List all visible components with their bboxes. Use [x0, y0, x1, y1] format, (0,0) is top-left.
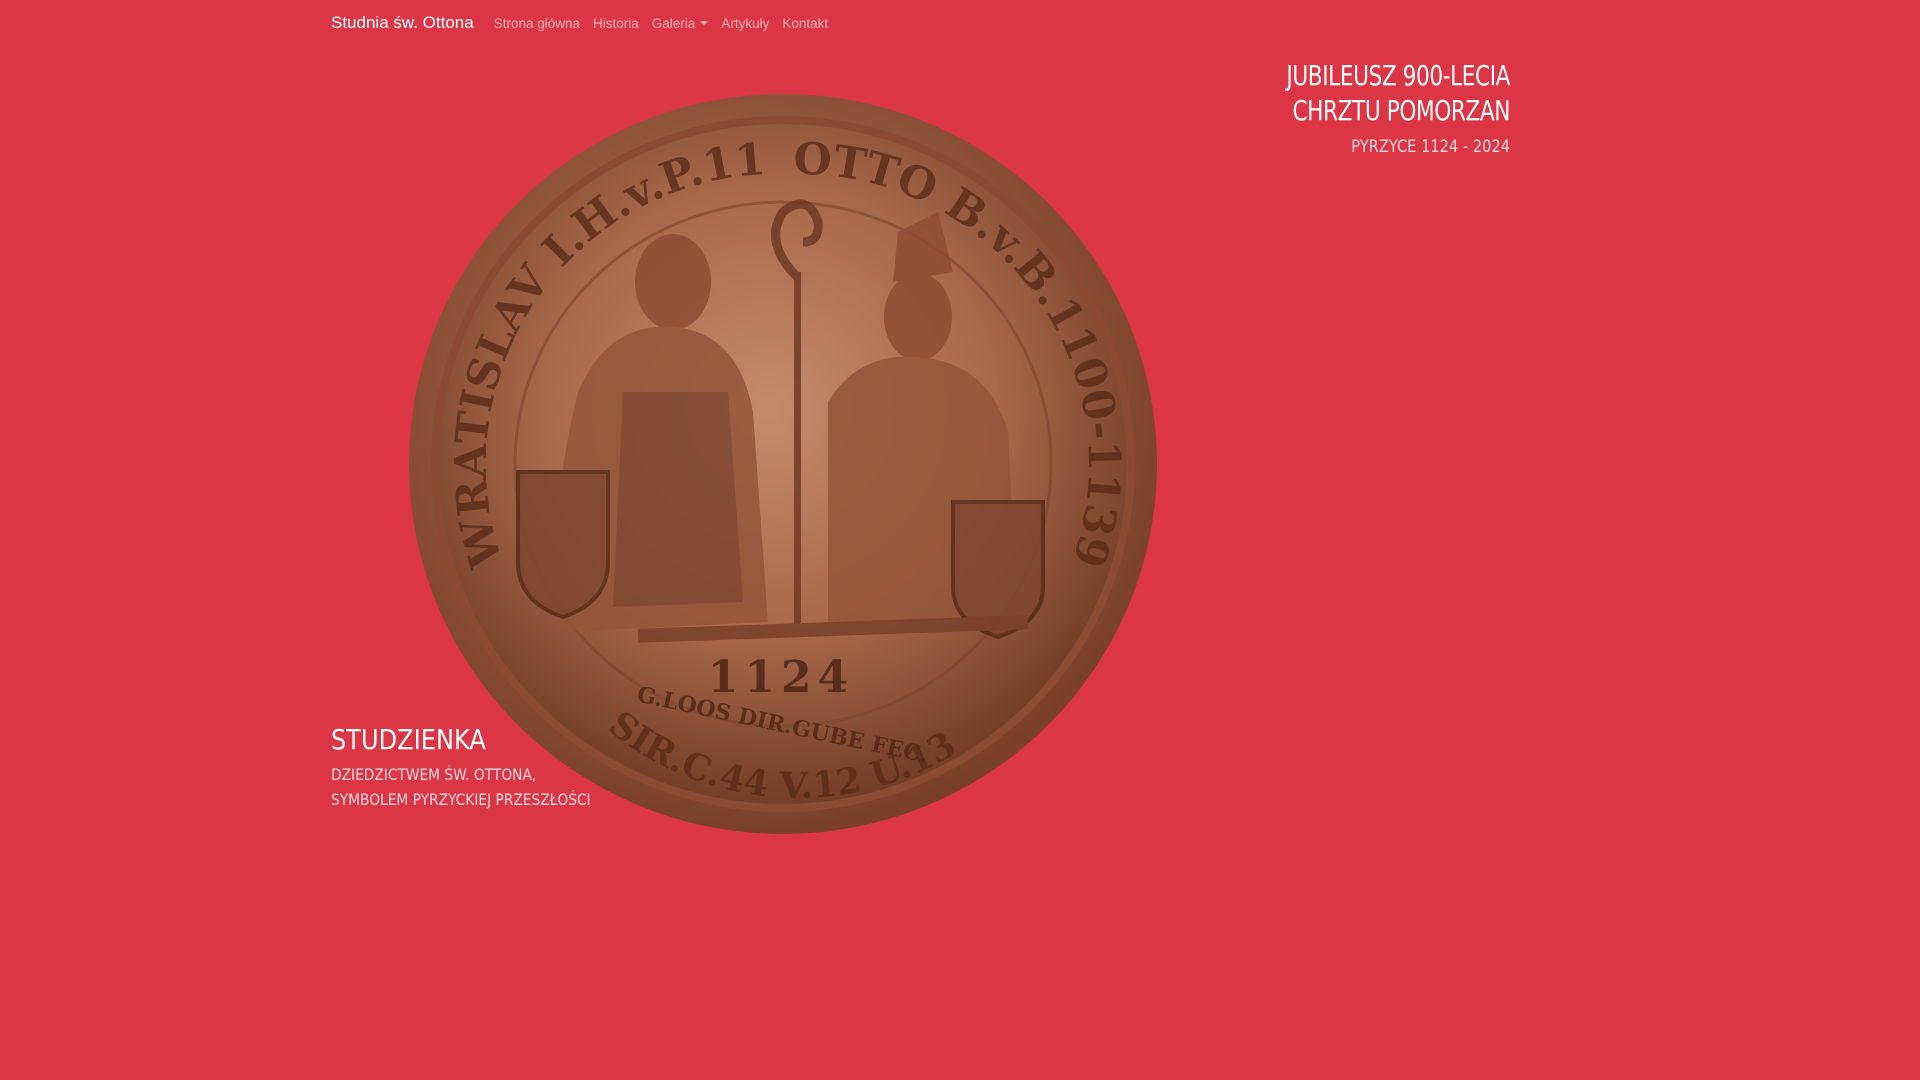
hero-title-line2: CHRZTU POMORZAN	[1292, 94, 1510, 127]
feature-title: STUDZIENKA	[331, 723, 486, 756]
caret-down-icon	[700, 21, 709, 25]
nav-gallery-label: Galeria	[651, 15, 696, 31]
nav-contact-link[interactable]: Kontakt	[782, 16, 828, 31]
hero-title-block: JUBILEUSZ 900-LECIA CHRZTU POMORZAN PYRZ…	[1250, 58, 1510, 158]
nav-gallery-dropdown[interactable]: Galeria	[652, 16, 709, 31]
feature-block: STUDZIENKA DZIEDZICTWEM ŚW. OTTONA, SYMB…	[331, 722, 633, 812]
hero-title-line1: JUBILEUSZ 900-LECIA	[1286, 59, 1510, 92]
nav-articles-link[interactable]: Artykuły	[721, 16, 769, 31]
brand-link[interactable]: Studnia św. Ottona	[331, 13, 474, 33]
nav-home-link[interactable]: Strona główna	[494, 16, 580, 31]
feature-desc-line2: SYMBOLEM PYRZYCKIEJ PRZESZŁOŚCI	[331, 790, 591, 809]
medal-year: 1124	[708, 652, 854, 703]
feature-desc-line1: DZIEDZICTWEM ŚW. OTTONA,	[331, 765, 537, 784]
hero-subtitle: PYRZYCE 1124 - 2024	[1351, 137, 1510, 157]
navbar: Studnia św. Ottona Strona główna Histori…	[331, 0, 841, 46]
nav-history-link[interactable]: Historia	[593, 16, 639, 31]
